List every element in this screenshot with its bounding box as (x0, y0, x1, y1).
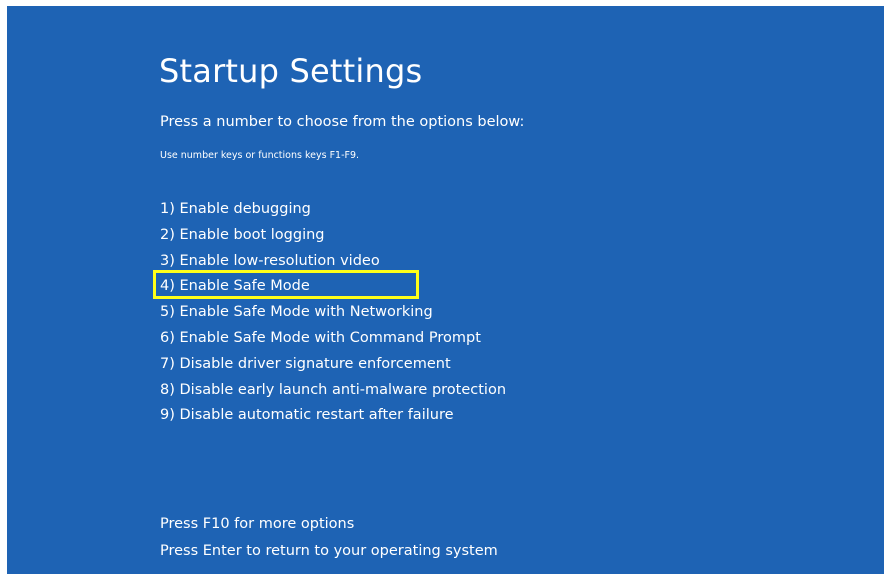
option-enable-boot-logging[interactable]: 2Enable boot logging (160, 223, 506, 249)
option-label: Disable automatic restart after failure (179, 407, 454, 424)
option-number: 7 (160, 356, 180, 372)
page-title: Startup Settings (159, 52, 423, 90)
option-enable-safe-mode-command-prompt[interactable]: 6Enable Safe Mode with Command Prompt (160, 326, 506, 352)
option-number: 3 (160, 253, 180, 269)
return-to-os-link[interactable]: Press Enter to return to your operating … (160, 543, 498, 559)
option-label: Enable Safe Mode (179, 278, 310, 295)
option-label: Enable Safe Mode with Command Prompt (179, 329, 481, 346)
option-enable-safe-mode-networking[interactable]: 5Enable Safe Mode with Networking (160, 300, 506, 326)
startup-options-list: 1Enable debugging 2Enable boot logging 3… (160, 197, 506, 429)
option-label: Enable boot logging (179, 226, 325, 243)
option-label: Enable Safe Mode with Networking (179, 304, 433, 321)
option-number: 5 (160, 304, 180, 320)
option-number: 4 (160, 278, 180, 294)
option-label: Enable low-resolution video (179, 252, 380, 269)
startup-settings-screen: Startup Settings Press a number to choos… (7, 6, 884, 574)
option-disable-automatic-restart[interactable]: 9Disable automatic restart after failure (160, 403, 506, 429)
option-label: Disable driver signature enforcement (179, 355, 451, 372)
option-disable-early-launch-antimalware[interactable]: 8Disable early launch anti-malware prote… (160, 378, 506, 404)
option-enable-debugging[interactable]: 1Enable debugging (160, 197, 506, 223)
option-disable-driver-signature[interactable]: 7Disable driver signature enforcement (160, 352, 506, 378)
option-number: 1 (160, 201, 180, 217)
option-number: 2 (160, 227, 180, 243)
option-label: Disable early launch anti-malware protec… (179, 381, 507, 398)
option-number: 8 (160, 382, 180, 398)
instructions-text: Press a number to choose from the option… (160, 114, 525, 130)
option-label: Enable debugging (179, 201, 311, 217)
option-number: 6 (160, 330, 180, 346)
option-enable-low-resolution-video[interactable]: 3Enable low-resolution video (160, 249, 506, 275)
option-enable-safe-mode[interactable]: 4Enable Safe Mode (160, 274, 506, 300)
option-number: 9 (160, 407, 180, 423)
more-options-link[interactable]: Press F10 for more options (160, 516, 354, 532)
keys-hint-text: Use number keys or functions keys F1-F9. (160, 150, 360, 161)
